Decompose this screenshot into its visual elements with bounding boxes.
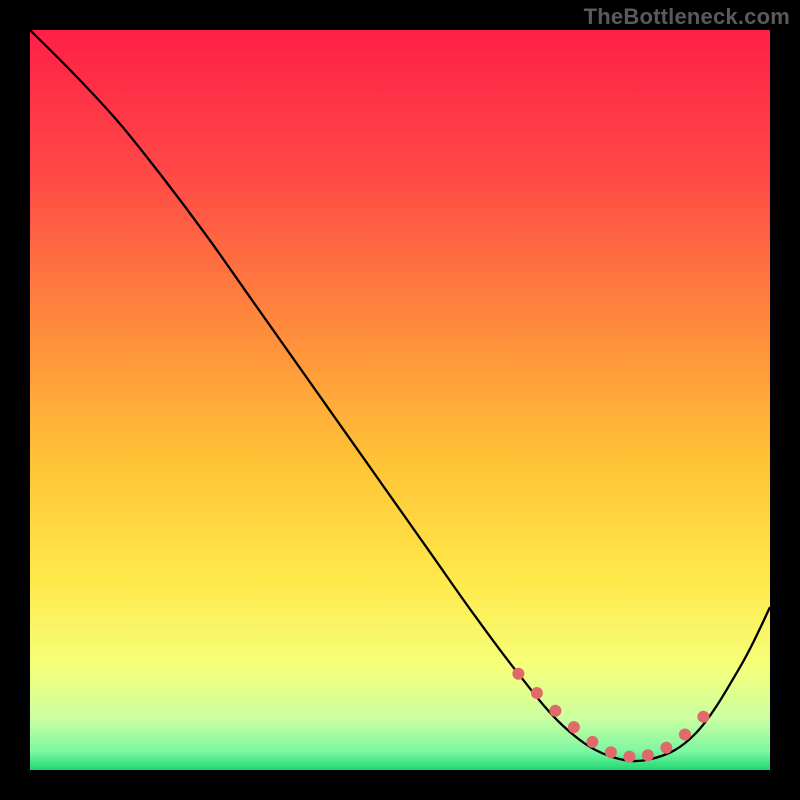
background-gradient — [30, 30, 770, 770]
plot-area — [30, 30, 770, 770]
watermark-text: TheBottleneck.com — [584, 4, 790, 30]
chart-frame: TheBottleneck.com — [0, 0, 800, 800]
